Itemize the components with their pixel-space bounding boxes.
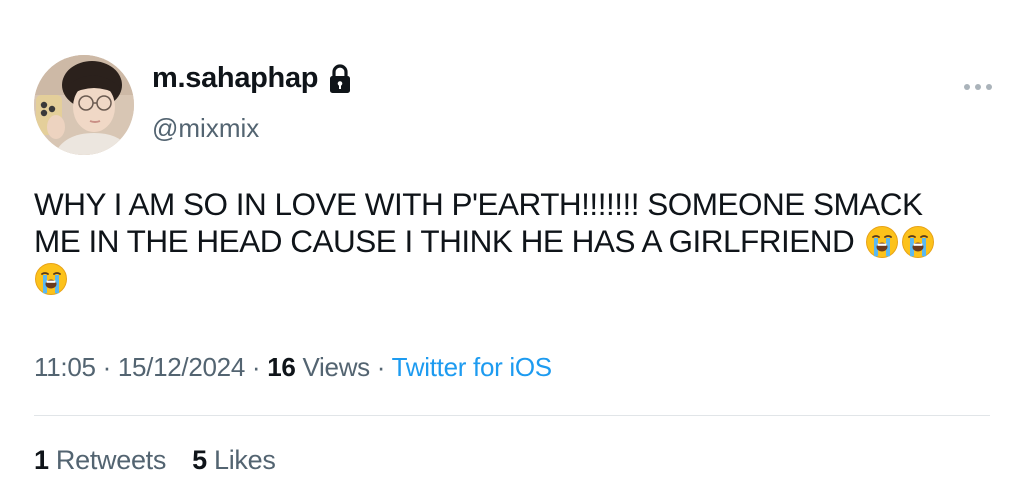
more-horizontal-icon	[964, 84, 992, 90]
tweet-time[interactable]: 11:05	[34, 352, 96, 382]
tweet-line-text: ME IN THE HEAD CAUSE I THINK HE HAS A GI…	[34, 223, 855, 259]
tweet-text: WHY I AM SO IN LOVE WITH P'EARTH!!!!!!! …	[34, 186, 1002, 297]
retweets-label: Retweets	[55, 445, 167, 475]
meta-separator: ·	[95, 352, 118, 382]
tweet-line: WHY I AM SO IN LOVE WITH P'EARTH!!!!!!! …	[34, 186, 1002, 223]
more-options-button[interactable]	[958, 76, 998, 98]
retweets-stat[interactable]: 1 Retweets	[34, 445, 166, 475]
meta-separator: ·	[369, 352, 392, 382]
likes-count: 5	[192, 445, 207, 475]
tweet-date[interactable]: 15/12/2024	[118, 352, 245, 382]
tweet-stats: 1 Retweets 5 Likes	[34, 445, 276, 476]
views-count: 16	[267, 352, 296, 382]
source-link[interactable]: Twitter for iOS	[392, 352, 553, 382]
tweet-meta: 11:05 · 15/12/2024 · 16 Views · Twitter …	[34, 352, 552, 383]
tweet-line: ME IN THE HEAD CAUSE I THINK HE HAS A GI…	[34, 223, 1002, 260]
likes-label: Likes	[214, 445, 276, 475]
user-handle[interactable]: @mixmix	[152, 113, 259, 144]
profile-photo-icon	[34, 55, 134, 155]
display-name[interactable]: m.sahaphap	[152, 62, 319, 95]
divider	[34, 415, 990, 416]
loudly-crying-face-icon	[901, 225, 935, 259]
display-name-row[interactable]: m.sahaphap	[152, 62, 352, 95]
loudly-crying-face-icon	[34, 262, 68, 296]
tweet-line	[34, 260, 1002, 297]
tweet-line-text: WHY I AM SO IN LOVE WITH P'EARTH!!!!!!! …	[34, 186, 923, 222]
likes-stat[interactable]: 5 Likes	[192, 445, 276, 475]
lock-icon	[328, 63, 352, 95]
retweets-count: 1	[34, 445, 49, 475]
avatar[interactable]	[34, 55, 134, 155]
loudly-crying-face-icon	[865, 225, 899, 259]
meta-separator: ·	[245, 352, 268, 382]
views-label: Views	[302, 352, 370, 382]
